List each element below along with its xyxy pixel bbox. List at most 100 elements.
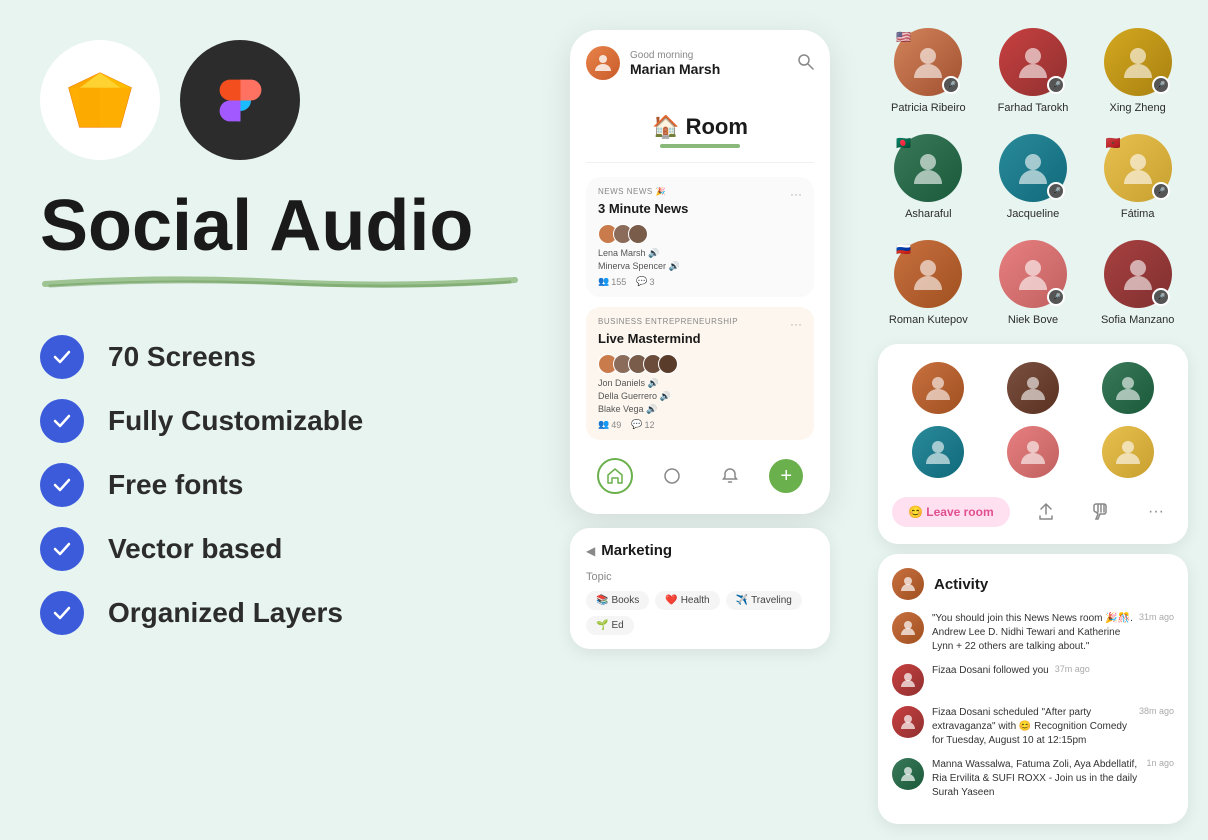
phone-header-text: Good morning Marian Marsh (630, 50, 796, 77)
room-actions: 😊 Leave room ··· (892, 494, 1174, 530)
news-more-icon[interactable]: ··· (790, 187, 802, 201)
feature-text-2: Fully Customizable (108, 405, 363, 437)
more-icon[interactable]: ··· (1138, 494, 1174, 530)
tag-traveling[interactable]: ✈️Traveling (726, 591, 802, 610)
feature-text-3: Free fonts (108, 469, 243, 501)
marketing-card: ◀ Marketing Topic 📚Books ❤️Health ✈️Trav… (570, 528, 830, 649)
activity-avatar-4 (892, 758, 924, 790)
feature-item-3: Free fonts (40, 463, 560, 507)
mini-avatar-3 (628, 224, 648, 244)
hand-icon[interactable] (1083, 494, 1119, 530)
share-icon[interactable] (1028, 494, 1064, 530)
room-banner: 🏠 Room (586, 96, 814, 163)
user-card-sofia: 🎤 Sofia Manzano (1087, 232, 1188, 334)
feature-item-5: Organized Layers (40, 591, 560, 635)
b-messages-stat: 💬 12 (631, 419, 654, 430)
activity-content-1: "You should join this News News room 🎉🎊.… (932, 612, 1133, 654)
p1-avatar (912, 362, 964, 414)
tag-books[interactable]: 📚Books (586, 591, 649, 610)
business-stats: 👥 49 💬 12 (598, 419, 802, 430)
feature-text-1: 70 Screens (108, 341, 256, 373)
participant-2 (987, 358, 1078, 418)
sofia-mic: 🎤 (1152, 288, 1170, 306)
features-list: 70 Screens Fully Customizable Free fonts… (40, 335, 560, 635)
niek-name: Niek Bove (1008, 314, 1058, 326)
activity-time-2: 37m ago (1055, 664, 1090, 674)
p5-avatar (1007, 426, 1059, 478)
nav-explore-icon[interactable] (654, 458, 690, 494)
business-more-icon[interactable]: ··· (790, 317, 802, 331)
activity-time-4: 1n ago (1146, 758, 1174, 768)
roman-name: Roman Kutepov (889, 314, 968, 326)
asharaful-flag: 🇧🇩 (896, 136, 911, 150)
activity-content-2: Fizaa Dosani followed you (932, 664, 1049, 678)
activity-title-text: Activity (934, 576, 988, 593)
jacqueline-mic: 🎤 (1047, 182, 1065, 200)
patricia-flag: 🇺🇸 (896, 30, 911, 44)
activity-header: Activity (892, 568, 1174, 600)
news-card[interactable]: NEWS NEWS 🎉 ··· 3 Minute News Lena Marsh… (586, 177, 814, 297)
room-participants-grid (892, 358, 1174, 482)
business-person-3: Blake Vega 🔊 (598, 404, 802, 415)
fatima-name: Fátima (1121, 208, 1155, 220)
news-person-1: Lena Marsh 🔊 (598, 248, 802, 259)
fatima-avatar-wrap: 🇲🇦 🎤 (1104, 134, 1172, 202)
tag-health[interactable]: ❤️Health (655, 591, 719, 610)
check-icon-1 (40, 335, 84, 379)
activity-item-4: Manna Wassalwa, Fatuma Zoli, Aya Abdella… (892, 758, 1174, 800)
news-title: 3 Minute News (598, 201, 802, 216)
fatima-flag: 🇲🇦 (1106, 136, 1121, 150)
activity-content-4: Manna Wassalwa, Fatuma Zoli, Aya Abdella… (932, 758, 1140, 800)
business-tag: BUSINESS ENTREPRENEURSHIP (598, 317, 738, 326)
logos-container (40, 40, 560, 160)
phone-header: Good morning Marian Marsh (586, 46, 814, 80)
user-card-patricia: 🇺🇸 🎤 Patricia Ribeiro (878, 20, 979, 122)
back-arrow-icon[interactable]: ◀ (586, 544, 595, 558)
xing-name: Xing Zheng (1110, 102, 1166, 114)
phone-nav: + (586, 450, 814, 498)
activity-item-2: Fizaa Dosani followed you 37m ago (892, 664, 1174, 696)
jacqueline-name: Jacqueline (1007, 208, 1060, 220)
activity-text-2: Fizaa Dosani followed you (932, 664, 1049, 678)
feature-text-4: Vector based (108, 533, 282, 565)
leave-room-button[interactable]: 😊 Leave room (892, 497, 1010, 527)
sketch-logo (40, 40, 160, 160)
feature-item-1: 70 Screens (40, 335, 560, 379)
news-person-2: Minerva Spencer 🔊 (598, 261, 802, 272)
p2-avatar (1007, 362, 1059, 414)
participant-3 (1083, 358, 1174, 418)
news-tag: NEWS NEWS 🎉 (598, 187, 666, 196)
nav-bell-icon[interactable] (712, 458, 748, 494)
activity-row-1: "You should join this News News room 🎉🎊.… (932, 612, 1174, 654)
check-icon-3 (40, 463, 84, 507)
nav-home-icon[interactable] (597, 458, 633, 494)
business-card[interactable]: BUSINESS ENTREPRENEURSHIP ··· Live Maste… (586, 307, 814, 440)
business-avatars (598, 354, 802, 374)
sofia-avatar-wrap: 🎤 (1104, 240, 1172, 308)
check-icon-4 (40, 527, 84, 571)
patricia-avatar-wrap: 🇺🇸 🎤 (894, 28, 962, 96)
main-title: Social Audio (40, 190, 560, 262)
activity-time-1: 31m ago (1139, 612, 1174, 622)
phone-main-card: Good morning Marian Marsh 🏠 Room NEWS NE… (570, 30, 830, 514)
user-card-jacqueline: 🎤 Jacqueline (983, 126, 1084, 228)
tag-ed[interactable]: 🌱Ed (586, 616, 634, 635)
news-stats: 👥 155 💬 3 (598, 276, 802, 287)
user-card-farhad: 🎤 Farhad Tarokh (983, 20, 1084, 122)
activity-avatar-3 (892, 706, 924, 738)
activity-item-3: Fizaa Dosani scheduled "After party extr… (892, 706, 1174, 748)
roman-avatar-wrap: 🇷🇺 (894, 240, 962, 308)
search-icon[interactable] (796, 52, 814, 75)
business-person-1: Jon Daniels 🔊 (598, 378, 802, 389)
feature-item-2: Fully Customizable (40, 399, 560, 443)
activity-card: Activity "You should join this News News… (878, 554, 1188, 824)
topic-tags: 📚Books ❤️Health ✈️Traveling 🌱Ed (586, 591, 814, 635)
participant-5 (987, 422, 1078, 482)
jacqueline-avatar-wrap: 🎤 (999, 134, 1067, 202)
participant-6 (1083, 422, 1174, 482)
business-person-2: Della Guerrero 🔊 (598, 391, 802, 402)
messages-stat: 💬 3 (636, 276, 654, 287)
xing-mic: 🎤 (1152, 76, 1170, 94)
nav-add-button[interactable]: + (769, 459, 803, 493)
fatima-mic: 🎤 (1152, 182, 1170, 200)
